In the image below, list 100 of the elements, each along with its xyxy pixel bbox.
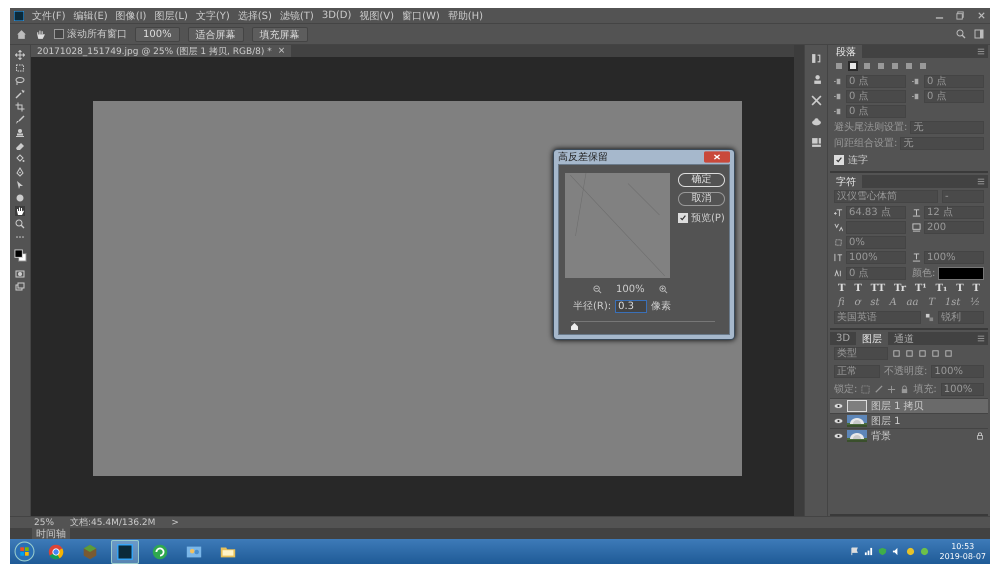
circle-icon[interactable] xyxy=(920,547,928,556)
text-style-button[interactable]: T xyxy=(972,282,980,294)
brush-icon[interactable] xyxy=(874,384,884,394)
stamp-icon[interactable] xyxy=(15,128,25,138)
move-icon[interactable] xyxy=(15,50,25,60)
setting-dropdown[interactable]: 无 xyxy=(900,136,984,150)
opentype-button[interactable]: 1st xyxy=(944,296,960,308)
menu-item[interactable]: 滤镜(T) xyxy=(280,8,314,22)
tracking-dropdown[interactable]: 200 xyxy=(924,221,984,234)
opentype-button[interactable]: T xyxy=(928,296,935,308)
eraser-icon[interactable] xyxy=(15,141,25,151)
circle-icon[interactable] xyxy=(906,547,914,556)
hand-icon[interactable] xyxy=(15,206,25,216)
menu-item[interactable]: 视图(V) xyxy=(359,8,394,22)
hand-icon[interactable] xyxy=(35,28,46,40)
checkbox[interactable] xyxy=(54,29,64,39)
font-dropdown[interactable]: 汉仪雪心体简 xyxy=(834,190,938,203)
text-style-button[interactable]: T xyxy=(854,282,862,294)
tab-close[interactable]: × xyxy=(278,46,286,56)
scroll-bar[interactable] xyxy=(794,45,804,516)
eye-icon[interactable] xyxy=(834,433,843,439)
align-icon[interactable] xyxy=(848,61,858,71)
blend-mode-dropdown[interactable]: 正常 xyxy=(834,364,880,378)
menu-item[interactable]: 文件(F) xyxy=(32,8,66,22)
tsume-dropdown[interactable]: 0% xyxy=(846,236,906,249)
status-arrow[interactable]: > xyxy=(171,518,179,528)
leading-dropdown[interactable]: 12 点 xyxy=(924,206,984,219)
indent-field[interactable]: 0 点 xyxy=(924,90,984,103)
fill-field[interactable]: 100% xyxy=(940,382,984,396)
menu-item[interactable]: 选择(S) xyxy=(238,8,272,22)
brush-icon[interactable] xyxy=(15,115,25,125)
layer-row[interactable]: 背景 xyxy=(830,428,988,443)
start-button[interactable] xyxy=(14,541,35,562)
opentype-button[interactable]: ơ xyxy=(854,296,861,308)
home-icon[interactable] xyxy=(16,28,27,40)
close-icon[interactable] xyxy=(977,11,986,20)
panel-menu-icon[interactable] xyxy=(977,335,985,342)
filter-dropdown[interactable]: 类型 xyxy=(834,347,888,360)
text-style-button[interactable]: Tr xyxy=(894,282,906,294)
network-icon[interactable] xyxy=(864,547,872,556)
cursor-icon[interactable] xyxy=(15,180,25,190)
flag-icon[interactable] xyxy=(850,547,858,556)
menu-item[interactable]: 窗口(W) xyxy=(402,8,440,22)
menu-item[interactable]: 3D(D) xyxy=(322,10,352,21)
speaker-icon[interactable] xyxy=(892,547,900,556)
setting-dropdown[interactable]: 无 xyxy=(910,120,984,134)
taskbar-app-button[interactable] xyxy=(111,540,139,564)
color-swatches-icon[interactable] xyxy=(14,249,26,262)
antialias-dropdown[interactable]: 锐利 xyxy=(938,311,984,324)
option-button[interactable]: 100% xyxy=(135,26,180,42)
document-tab[interactable]: 20171028_151749.jpg @ 25% (图层 1 拷贝, RGB/8) * × xyxy=(31,45,292,57)
crop-icon[interactable] xyxy=(15,102,25,112)
lock-pixels-icon[interactable] xyxy=(861,384,870,394)
eye-icon[interactable] xyxy=(834,418,843,424)
option-button[interactable]: 适合屏幕 xyxy=(188,26,244,42)
panel-tab[interactable]: 3D xyxy=(830,332,856,345)
menu-item[interactable]: 图像(I) xyxy=(116,8,146,22)
panel-tab[interactable]: 通道 xyxy=(888,332,920,345)
size-dropdown[interactable]: 64.83 点 xyxy=(846,206,906,219)
marquee-icon[interactable] xyxy=(15,63,25,73)
opentype-button[interactable]: ½ xyxy=(970,296,980,308)
zoom-icon[interactable] xyxy=(15,219,25,229)
opentype-button[interactable]: A xyxy=(889,296,897,308)
dialog-button[interactable]: 取消 xyxy=(678,192,725,206)
opacity-field[interactable]: 100% xyxy=(931,364,984,378)
dialog-button[interactable]: 确定 xyxy=(678,173,725,187)
cloud-icon[interactable] xyxy=(810,116,822,127)
quick-mask-icon[interactable] xyxy=(15,269,25,279)
screen-mode-icon[interactable] xyxy=(15,282,25,292)
bucket-icon[interactable] xyxy=(15,154,25,164)
lock-icon[interactable] xyxy=(900,384,910,394)
zoom-out-icon[interactable] xyxy=(593,285,602,294)
color-swatch[interactable] xyxy=(938,266,984,280)
indent-field[interactable]: 0 点 xyxy=(846,90,906,103)
zoom-in-icon[interactable] xyxy=(658,285,668,294)
vertical-scale-field[interactable]: 100% xyxy=(846,251,906,264)
text-style-button[interactable]: T xyxy=(956,282,964,294)
indent-field[interactable]: 0 点 xyxy=(924,75,984,88)
language-dropdown[interactable]: 美国英语 xyxy=(834,311,921,324)
panel-tab[interactable]: 图层 xyxy=(856,332,888,345)
opentype-button[interactable]: aa xyxy=(906,296,918,308)
menu-item[interactable]: 文字(Y) xyxy=(196,8,230,22)
menu-item[interactable]: 帮助(H) xyxy=(448,8,484,22)
indent-field[interactable]: 0 点 xyxy=(846,75,906,88)
panel-tab[interactable]: 段落 xyxy=(830,45,862,58)
text-style-button[interactable]: T xyxy=(838,282,846,294)
style-dropdown[interactable]: - xyxy=(942,190,984,203)
menu-item[interactable]: 编辑(E) xyxy=(74,8,108,22)
opentype-button[interactable]: st xyxy=(870,296,880,308)
panel-menu-icon[interactable] xyxy=(977,48,985,55)
eye-icon[interactable] xyxy=(834,403,843,409)
opentype-button[interactable]: fi xyxy=(838,296,845,308)
radius-field[interactable]: 0.3 xyxy=(615,300,648,312)
ellipse-icon[interactable] xyxy=(15,193,25,203)
move-icon[interactable] xyxy=(887,384,896,394)
workspace-icon[interactable] xyxy=(974,29,984,39)
baseline-field[interactable]: 0 点 xyxy=(846,266,906,280)
layer-row[interactable]: 图层 1 xyxy=(830,413,988,428)
text-style-button[interactable]: T₁ xyxy=(936,282,948,294)
search-icon[interactable] xyxy=(956,29,966,39)
